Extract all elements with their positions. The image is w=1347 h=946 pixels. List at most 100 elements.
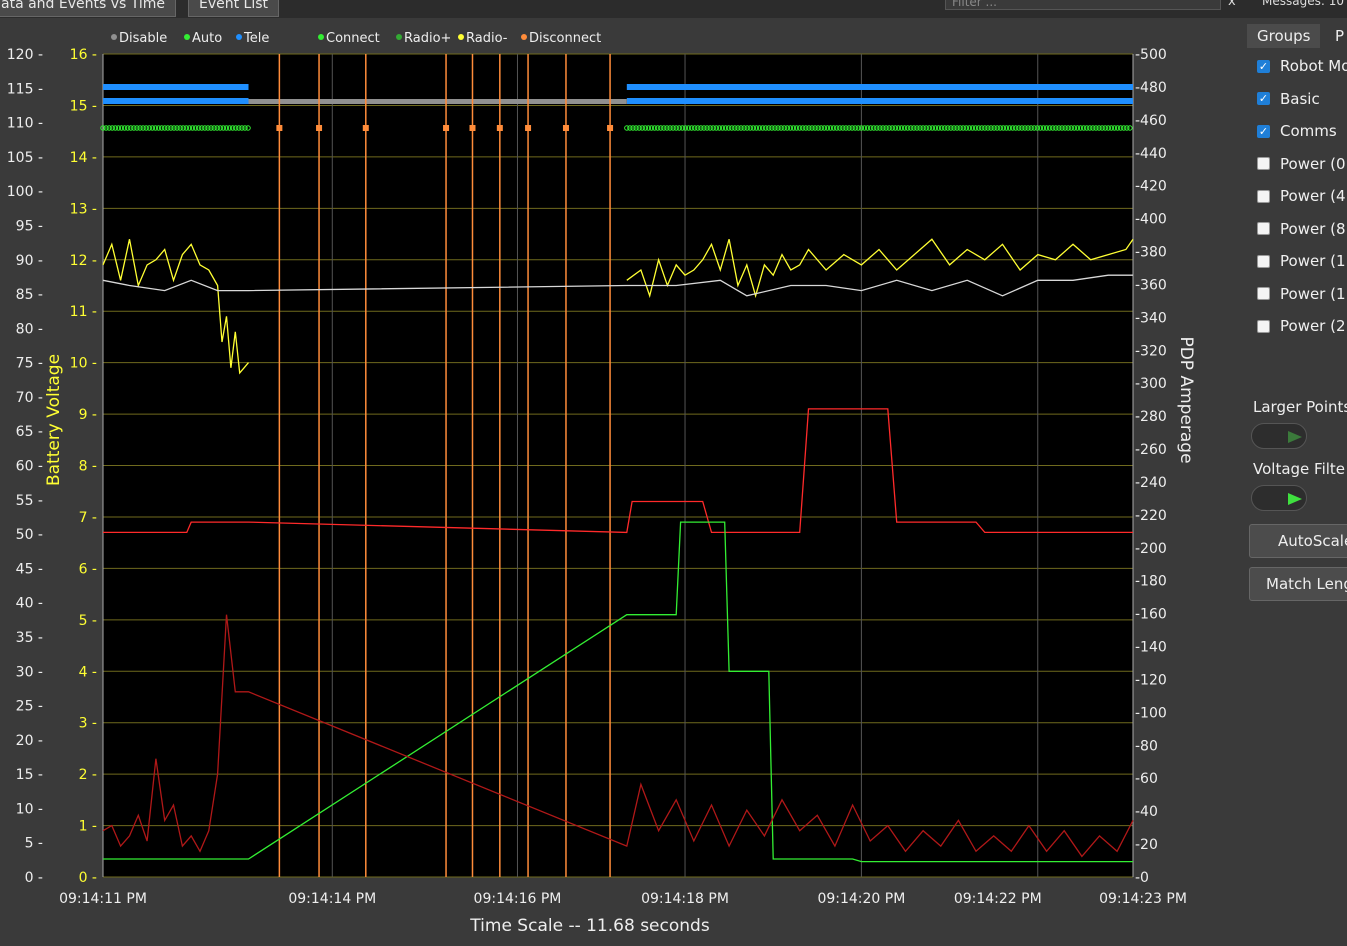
disconnect-event-marker [607,125,614,131]
amperage-tick-label: -460 [1135,113,1167,129]
voltage-tick-label: 16 - [70,47,97,63]
amperage-tick-label: -400 [1135,212,1167,228]
disable-band [248,99,627,104]
legend-marker-icon [236,34,242,40]
x-tick-label: 09:14:22 PM [954,891,1042,907]
amperage-tick-label: -160 [1135,607,1167,623]
group-checkbox-row[interactable]: Power (1 [1257,250,1346,272]
group-label: Power (1 [1280,284,1346,303]
outer-tick-label: 65 - [16,424,43,440]
messages-count: Messages: 10 [1262,0,1344,8]
outer-tick-label: 90 - [16,253,43,269]
amperage-tick-label: -220 [1135,508,1167,524]
checkbox-unchecked-icon[interactable] [1257,157,1270,170]
sidebar: Groups P ✓ Robot Mo ✓ Basic ✓ Comms Power (0 Po… [1247,22,1347,946]
voltage-tick-label: 5 - [79,613,97,629]
amperage-tick-label: -200 [1135,541,1167,557]
tele-band-upper [103,84,249,90]
outer-tick-label: 115 - [7,81,43,97]
amperage-tick-label: -20 [1135,837,1158,853]
outer-tick-label: 120 - [7,47,43,63]
legend-label: Tele [243,31,269,46]
voltage-tick-label: 6 - [79,561,97,577]
clear-filter-button[interactable]: x [1228,0,1236,9]
checkbox-checked-icon[interactable]: ✓ [1257,92,1270,105]
group-label: Power (4 [1280,187,1346,205]
disconnect-event-marker [525,125,532,131]
voltage-tick-label: 4 - [79,664,97,680]
checkbox-checked-icon[interactable]: ✓ [1257,59,1270,73]
outer-tick-label: 60 - [16,459,43,475]
disconnect-event-marker [276,125,283,131]
group-label: Power (8 [1280,219,1346,238]
group-label: Robot Mo [1280,57,1347,75]
voltage-filter-toggle[interactable] [1251,485,1307,511]
group-checkbox-row[interactable]: Power (1 [1257,283,1346,305]
checkbox-unchecked-icon[interactable] [1257,287,1270,300]
amperage-tick-label: -500 [1135,47,1167,63]
outer-tick-label: 35 - [16,630,43,646]
group-checkbox-row[interactable]: ✓ Comms [1257,120,1337,142]
tele-band-upper [626,84,1133,90]
y-axis-title-left: Battery Voltage [44,354,64,486]
sidebar-tab-groups[interactable]: Groups [1247,24,1321,48]
legend-label: Connect [326,31,380,46]
amperage-tick-label: -440 [1135,146,1167,162]
amperage-tick-label: -380 [1135,245,1167,261]
checkbox-unchecked-icon[interactable] [1257,254,1270,268]
x-tick-label: 09:14:20 PM [817,891,905,907]
legend-marker-icon [521,34,527,40]
voltage-tick-label: 11 - [70,304,97,320]
x-tick-label: 09:14:16 PM [474,891,562,907]
group-label: Comms [1280,122,1337,140]
amperage-tick-label: -300 [1135,376,1167,392]
outer-tick-label: 25 - [16,699,43,715]
voltage-tick-label: 2 - [79,767,97,783]
tab-label: ata and Events vs Time [1,0,166,12]
tab-event-list[interactable]: Event List [188,0,280,17]
voltage-tick-label: 15 - [70,98,97,114]
outer-tick-label: 40 - [16,596,43,612]
checkbox-unchecked-icon[interactable] [1257,189,1270,203]
toggle-led-icon [1288,493,1302,505]
outer-tick-label: 10 - [16,801,43,817]
checkbox-checked-icon[interactable]: ✓ [1257,124,1270,138]
x-tick-label: 09:14:11 PM [59,891,147,907]
legend-label: Radio- [466,31,508,46]
checkbox-unchecked-icon[interactable] [1257,319,1270,333]
match-length-button[interactable]: Match Leng [1249,567,1347,601]
autoscale-button[interactable]: AutoScale [1249,524,1347,558]
sidebar-tab-label: P [1335,27,1345,45]
tab-label: Event List [199,0,269,12]
voltage-filter-label: Voltage Filte [1253,460,1346,478]
outer-tick-label: 15 - [16,767,43,783]
plot-area[interactable]: 0 - 5 - 10 - 15 - 20 - 25 - 30 - 35 - 40 - 45 - 50… [0,20,1245,946]
legend-marker-icon [184,34,190,40]
disconnect-event-marker [562,125,569,131]
amperage-tick-label: -280 [1135,409,1167,425]
outer-tick-label: 100 - [7,184,43,200]
group-label: Power (1 [1280,252,1346,270]
larger-points-toggle[interactable] [1251,423,1307,449]
amperage-tick-label: -180 [1135,574,1167,590]
group-checkbox-row[interactable]: ✓ Basic [1257,88,1320,110]
outer-tick-label: 5 - [25,836,43,852]
group-checkbox-row[interactable]: Power (0 [1257,153,1346,175]
group-checkbox-row[interactable]: Power (2 [1257,315,1346,337]
tab-data-and-events[interactable]: ata and Events vs Time [0,0,177,17]
x-tick-label: 09:14:18 PM [641,891,729,907]
y-axis-title-right: PDP Amperage [1176,336,1196,463]
group-checkbox-row[interactable]: Power (8 [1257,218,1346,240]
outer-tick-label: 110 - [7,116,43,132]
outer-tick-label: 85 - [16,287,43,303]
voltage-tick-label: 8 - [79,459,97,475]
outer-tick-label: 75 - [16,356,43,372]
group-checkbox-row[interactable]: Power (4 [1257,185,1346,207]
checkbox-unchecked-icon[interactable] [1257,222,1270,235]
group-checkbox-row[interactable]: ✓ Robot Mo [1257,55,1347,77]
outer-tick-label: 105 - [7,150,43,166]
filter-input[interactable]: Filter ... [945,0,1221,10]
voltage-tick-label: 7 - [79,510,97,526]
legend-marker-icon [396,34,402,40]
sidebar-tab-p[interactable]: P [1325,24,1347,48]
